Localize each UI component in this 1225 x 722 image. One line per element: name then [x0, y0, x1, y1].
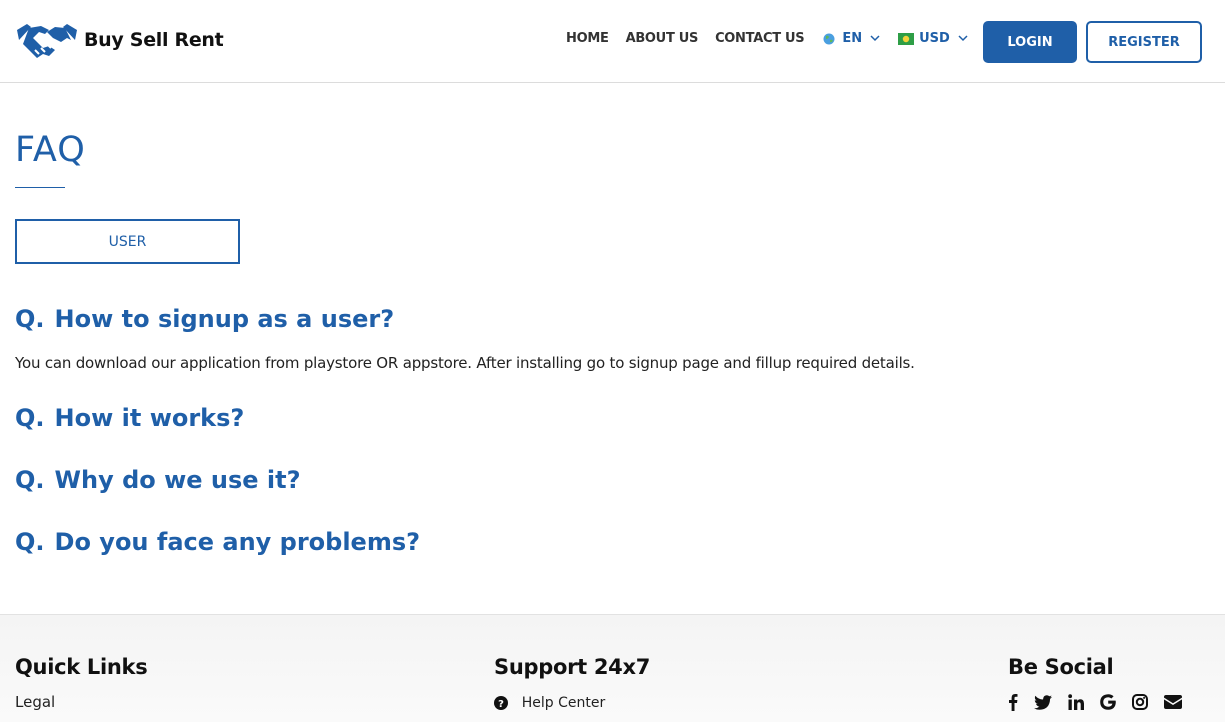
faq-q-prefix: Q. [15, 305, 45, 333]
nav-contact-us[interactable]: CONTACT US [715, 31, 805, 46]
currency-flag-icon [898, 32, 915, 45]
google-icon[interactable] [1100, 694, 1116, 710]
footer-link-legal[interactable]: Legal [15, 693, 55, 711]
page-title: FAQ [15, 130, 86, 170]
help-center-label: Help Center [521, 695, 606, 711]
linkedin-icon[interactable] [1068, 694, 1084, 710]
brand-name: Buy Sell Rent [84, 29, 224, 51]
quick-links-heading: Quick Links [15, 655, 148, 679]
faq-q-prefix: Q. [15, 466, 45, 494]
title-underline [15, 187, 65, 188]
faq-question[interactable]: Q. Do you face any problems? [15, 528, 420, 556]
currency-dropdown[interactable]: USD [898, 31, 968, 46]
currency-value: USD [919, 31, 950, 46]
chevron-down-icon [958, 35, 968, 42]
social-heading: Be Social [1008, 655, 1114, 679]
support-heading: Support 24x7 [494, 655, 651, 679]
footer-link-help-center[interactable]: ? Help Center [494, 693, 605, 711]
email-icon[interactable] [1164, 695, 1182, 709]
handshake-icon [17, 24, 77, 58]
faq-question-text: Do you face any problems? [54, 528, 421, 556]
site-footer: Quick Links Legal Support 24x7 ? Help Ce… [0, 614, 1225, 722]
chevron-down-icon [870, 35, 880, 42]
faq-question-text: How it works? [54, 404, 245, 432]
question-circle-icon: ? [494, 695, 508, 710]
faq-answer: You can download our application from pl… [15, 354, 915, 372]
faq-question[interactable]: Q. How it works? [15, 404, 244, 432]
globe-icon [823, 33, 835, 44]
faq-question[interactable]: Q. How to signup as a user? [15, 305, 394, 333]
main-nav: HOME ABOUT US CONTACT US EN USD [566, 31, 986, 46]
social-icons [1008, 693, 1198, 711]
language-value: EN [842, 31, 863, 46]
faq-q-prefix: Q. [15, 528, 45, 556]
login-button[interactable]: LOGIN [983, 21, 1077, 63]
nav-home[interactable]: HOME [566, 31, 609, 46]
svg-text:?: ? [498, 699, 504, 710]
language-dropdown[interactable]: EN [821, 31, 880, 46]
faq-question-text: Why do we use it? [54, 466, 301, 494]
nav-about-us[interactable]: ABOUT US [626, 31, 699, 46]
twitter-icon[interactable] [1034, 694, 1052, 710]
logo[interactable]: Buy Sell Rent [15, 18, 224, 62]
register-button[interactable]: REGISTER [1086, 21, 1202, 63]
faq-question[interactable]: Q. Why do we use it? [15, 466, 301, 494]
tab-user[interactable]: USER [15, 219, 240, 264]
instagram-icon[interactable] [1132, 694, 1148, 710]
facebook-icon[interactable] [1008, 693, 1018, 711]
faq-question-text: How to signup as a user? [54, 305, 395, 333]
site-header: Buy Sell Rent HOME ABOUT US CONTACT US E… [0, 0, 1225, 83]
faq-q-prefix: Q. [15, 404, 45, 432]
